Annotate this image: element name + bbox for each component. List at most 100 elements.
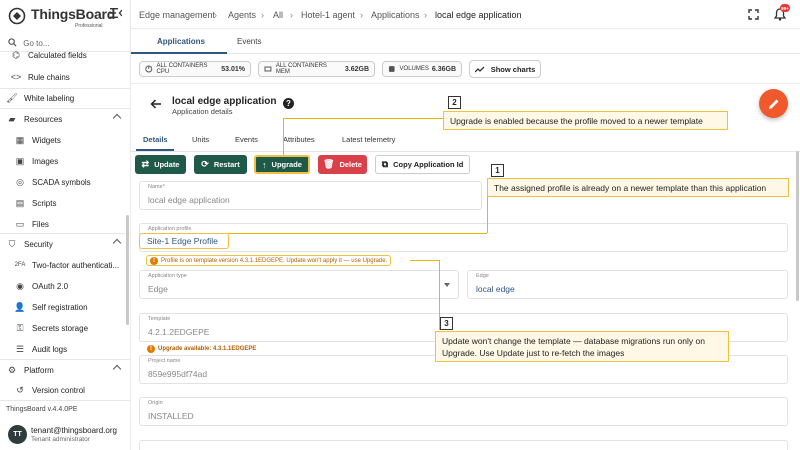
breadcrumb-separator: › xyxy=(214,10,217,20)
callout-1-connector xyxy=(228,233,487,234)
person-add-icon: 👤 xyxy=(14,301,26,312)
tab-applications[interactable]: Applications xyxy=(157,37,205,46)
sidebar-section-security[interactable]: ⛉ Security xyxy=(6,234,128,254)
field-value: Edge xyxy=(148,284,168,294)
script-icon: ▤ xyxy=(15,197,25,208)
sidebar-item-label: SCADA symbols xyxy=(32,177,91,187)
update-button[interactable]: ⇄ Update xyxy=(135,155,186,174)
show-charts-button[interactable]: Show charts xyxy=(469,60,541,78)
sidebar-item-label: Security xyxy=(24,239,53,249)
callout-1: The assigned profile is already on a new… xyxy=(487,178,789,197)
search-icon xyxy=(8,38,17,47)
tab-details[interactable]: Details xyxy=(143,135,168,144)
fullscreen-icon[interactable] xyxy=(748,9,759,20)
sidebar-item-files[interactable]: ▭ Files xyxy=(14,214,142,234)
breadcrumb-all[interactable]: All xyxy=(273,10,283,20)
application-profile-field[interactable]: Application profile xyxy=(139,223,788,252)
sidebar-item-label: Self registration xyxy=(32,302,88,312)
scada-icon: ◎ xyxy=(16,176,24,187)
sidebar-item-two-factor[interactable]: 2FA Two-factor authenticati... xyxy=(14,255,124,275)
application-type-field[interactable]: Application type Edge xyxy=(139,270,459,299)
sidebar-item-version-control[interactable]: ↺ Version control xyxy=(14,380,142,400)
oauth-icon: ◉ xyxy=(16,280,24,291)
stat-cpu: ALL CONTAINERS CPU 53.01% xyxy=(139,61,251,77)
profile-value-highlight[interactable]: Site-1 Edge Profile xyxy=(139,233,229,249)
tab-events[interactable]: Events xyxy=(235,135,258,144)
sidebar-item-oauth[interactable]: ◉ OAuth 2.0 xyxy=(14,276,142,296)
sidebar-item-audit-logs[interactable]: ☰ Audit logs xyxy=(14,339,142,359)
sidebar-item-scada-symbols[interactable]: ◎ SCADA symbols xyxy=(14,172,142,192)
app-version: ThingsBoard v.4.4.0PE xyxy=(6,406,78,413)
active-tab-indicator xyxy=(131,52,227,54)
sidebar-item-white-labeling[interactable]: 🖌 White labeling xyxy=(6,88,134,108)
trash-icon: 🗑 xyxy=(323,159,335,169)
sidebar-scrollbar[interactable] xyxy=(126,215,129,325)
page-title: local edge application xyxy=(172,96,277,107)
sidebar-item-calculated-fields[interactable]: ⌬ Calculated fields xyxy=(10,49,120,61)
callout-text: Update won't change the template — datab… xyxy=(442,336,705,346)
tab-units[interactable]: Units xyxy=(192,135,209,144)
edge-field[interactable]: Edge local edge xyxy=(467,270,788,299)
restart-button[interactable]: ⟳ Restart xyxy=(194,155,247,174)
breadcrumb-applications[interactable]: Applications xyxy=(371,10,420,20)
menu-collapse-icon[interactable] xyxy=(110,8,122,18)
cpu-icon xyxy=(145,65,153,73)
tab-events[interactable]: Events xyxy=(237,37,261,46)
back-arrow-icon[interactable] xyxy=(150,98,162,110)
application-details-panel xyxy=(131,84,800,450)
sidebar-item-label: Images xyxy=(32,156,59,166)
sidebar-section-platform[interactable]: ⚙ Platform xyxy=(6,360,128,380)
next-field[interactable] xyxy=(139,440,788,450)
edge-link[interactable]: local edge xyxy=(476,284,515,294)
upgrade-button[interactable]: ↑ Upgrade xyxy=(254,155,310,174)
sidebar-item-self-registration[interactable]: 👤 Self registration xyxy=(14,297,142,317)
stat-value: 6.36GB xyxy=(431,65,456,73)
sidebar-item-rule-chains[interactable]: <> Rule chains xyxy=(10,67,138,87)
folder-icon: ▰ xyxy=(8,113,16,124)
stat-value: 3.62GB xyxy=(344,65,369,73)
field-label: Application type xyxy=(148,273,187,279)
profile-link[interactable]: Site-1 Edge Profile xyxy=(147,236,218,246)
warning-text: Profile is on template version 4.3.1.1ED… xyxy=(161,257,388,264)
edit-fab-button[interactable] xyxy=(759,89,788,118)
help-icon[interactable]: ? xyxy=(283,98,294,109)
dropdown-arrow-icon xyxy=(444,283,450,287)
sidebar-section-resources[interactable]: ▰ Resources xyxy=(6,109,128,129)
stat-memory: ALL CONTAINERS MEM 3.62GB xyxy=(258,61,375,77)
sidebar-item-label: OAuth 2.0 xyxy=(32,281,69,291)
name-field[interactable]: Name* local edge application xyxy=(139,181,482,210)
warning-text: Upgrade available: 4.3.1.1EDGEPE xyxy=(158,345,257,352)
details-scrollbar[interactable] xyxy=(796,151,799,301)
button-label: Restart xyxy=(213,160,240,169)
twofa-icon: 2FA xyxy=(14,262,26,268)
breadcrumb-agent[interactable]: Hotel-1 agent xyxy=(301,10,355,20)
copy-icon: ⧉ xyxy=(381,159,389,169)
avatar[interactable]: TT xyxy=(8,425,27,444)
tab-latest-telemetry[interactable]: Latest telemetry xyxy=(342,135,395,144)
delete-button[interactable]: 🗑 Delete xyxy=(318,155,367,174)
shield-icon: ⛉ xyxy=(8,238,16,249)
callout-3-number: 3 xyxy=(440,317,453,330)
user-email[interactable]: tenant@thingsboard.org xyxy=(31,426,117,435)
button-label: Update xyxy=(154,160,180,169)
callout-2: Upgrade is enabled because the profile m… xyxy=(443,111,728,130)
sidebar-item-label: Platform xyxy=(24,365,54,375)
sidebar-item-widgets[interactable]: ▦ Widgets xyxy=(14,130,142,150)
breadcrumb-edge-management[interactable]: Edge management xyxy=(139,10,215,20)
tab-attributes[interactable]: Attributes xyxy=(283,135,315,144)
warning-icon: ! xyxy=(147,344,155,353)
origin-field[interactable]: Origin INSTALLED xyxy=(139,397,788,426)
page-subtitle: Application details xyxy=(172,107,233,116)
swap-icon: ⇄ xyxy=(141,159,150,169)
active-tab-indicator xyxy=(136,149,174,151)
sidebar-item-label: Calculated fields xyxy=(28,50,87,60)
logo-edition: Professional xyxy=(75,23,103,29)
copy-id-button[interactable]: ⧉ Copy Application Id xyxy=(375,155,470,174)
breadcrumb-agents[interactable]: Agents xyxy=(228,10,256,20)
file-icon: ▭ xyxy=(15,218,25,229)
sidebar-item-images[interactable]: ▣ Images xyxy=(14,151,142,171)
sidebar-item-scripts[interactable]: ▤ Scripts xyxy=(14,193,142,213)
breadcrumb-separator: › xyxy=(424,10,427,20)
sidebar-item-secrets-storage[interactable]: ⚿ Secrets storage xyxy=(14,318,142,338)
thingsboard-logo[interactable]: ThingsBoard Professional xyxy=(8,5,123,29)
